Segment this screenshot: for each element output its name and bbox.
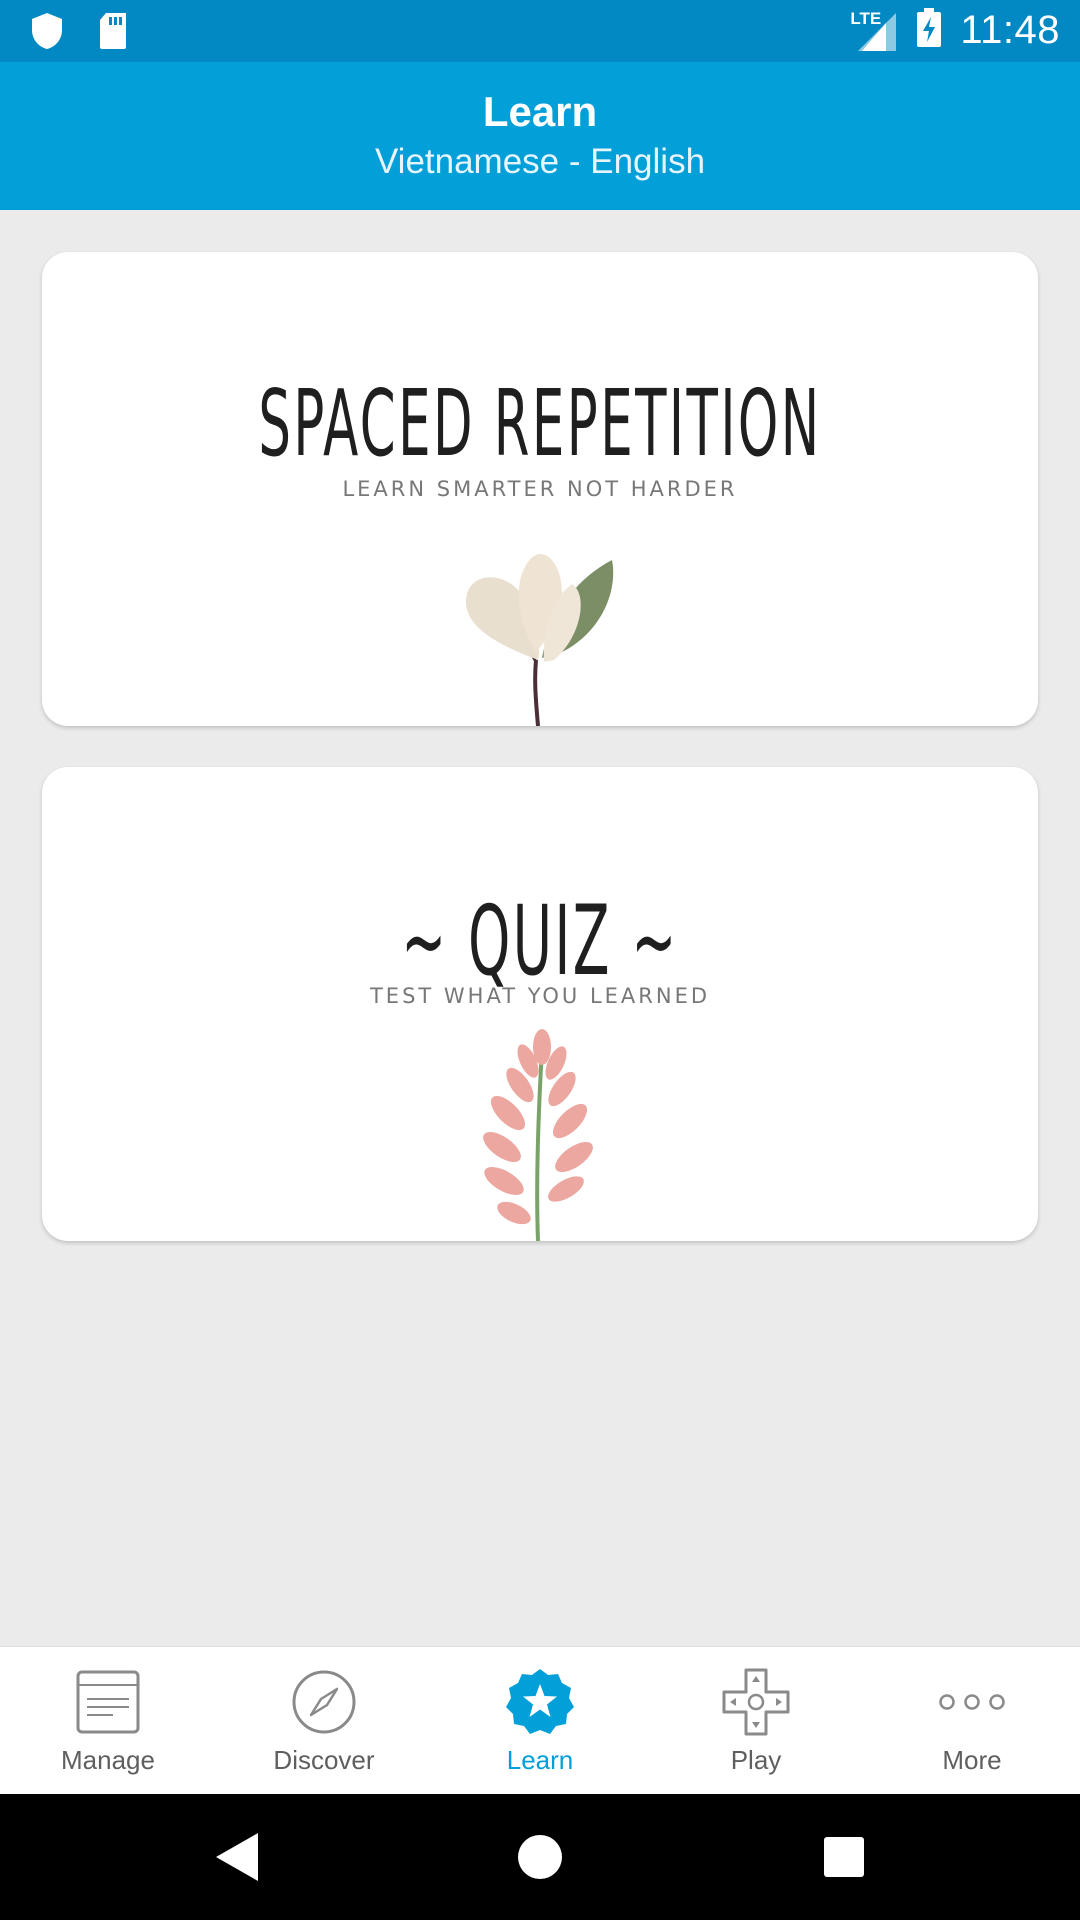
page-title: Learn: [482, 88, 598, 135]
star-badge-icon: [505, 1667, 575, 1737]
language-pair-subtitle: Vietnamese - English: [374, 142, 706, 181]
more-dots-icon: [937, 1667, 1007, 1737]
nav-label: Learn: [506, 1745, 574, 1775]
pink-flower-stem-illustration: [42, 1029, 1038, 1241]
magnolia-leaves-illustration: [42, 532, 1038, 726]
nav-label: Discover: [273, 1745, 375, 1775]
battery-charging-icon: [916, 8, 942, 53]
nav-item-discover[interactable]: Discover: [216, 1647, 432, 1794]
signal-icon: LTE: [850, 9, 898, 53]
recents-icon[interactable]: [814, 1827, 874, 1887]
status-time: 11:48: [960, 8, 1060, 52]
nav-label: More: [942, 1745, 1002, 1775]
network-type-label: LTE: [850, 8, 882, 28]
back-icon[interactable]: [206, 1827, 266, 1887]
nav-item-learn[interactable]: Learn: [432, 1647, 648, 1794]
sd-card-icon: [98, 12, 128, 55]
system-nav-bar: [0, 1794, 1080, 1920]
bottom-nav: Manage Discover Learn Play More: [0, 1646, 1080, 1794]
status-bar: LTE 11:48: [0, 0, 1080, 62]
nav-item-more[interactable]: More: [864, 1647, 1080, 1794]
card-title: ~ QUIZ ~: [401, 885, 679, 997]
home-icon[interactable]: [510, 1827, 570, 1887]
spaced-repetition-card[interactable]: SPACED REPETITION LEARN SMARTER NOT HARD…: [42, 252, 1038, 726]
nav-item-play[interactable]: Play: [648, 1647, 864, 1794]
nav-label: Play: [730, 1745, 782, 1775]
nav-label: Manage: [61, 1745, 155, 1775]
compass-icon: [289, 1667, 359, 1737]
shield-icon: [30, 12, 64, 55]
document-icon: [73, 1667, 143, 1737]
quiz-card[interactable]: ~ QUIZ ~ TEST WHAT YOU LEARNED: [42, 767, 1038, 1241]
card-title: SPACED REPETITION: [258, 370, 822, 477]
app-bar: Learn Vietnamese - English: [0, 62, 1080, 210]
card-subtitle: LEARN SMARTER NOT HARDER: [342, 477, 738, 501]
card-subtitle: TEST WHAT YOU LEARNED: [369, 984, 711, 1008]
nav-item-manage[interactable]: Manage: [0, 1647, 216, 1794]
gamepad-icon: [721, 1667, 791, 1737]
